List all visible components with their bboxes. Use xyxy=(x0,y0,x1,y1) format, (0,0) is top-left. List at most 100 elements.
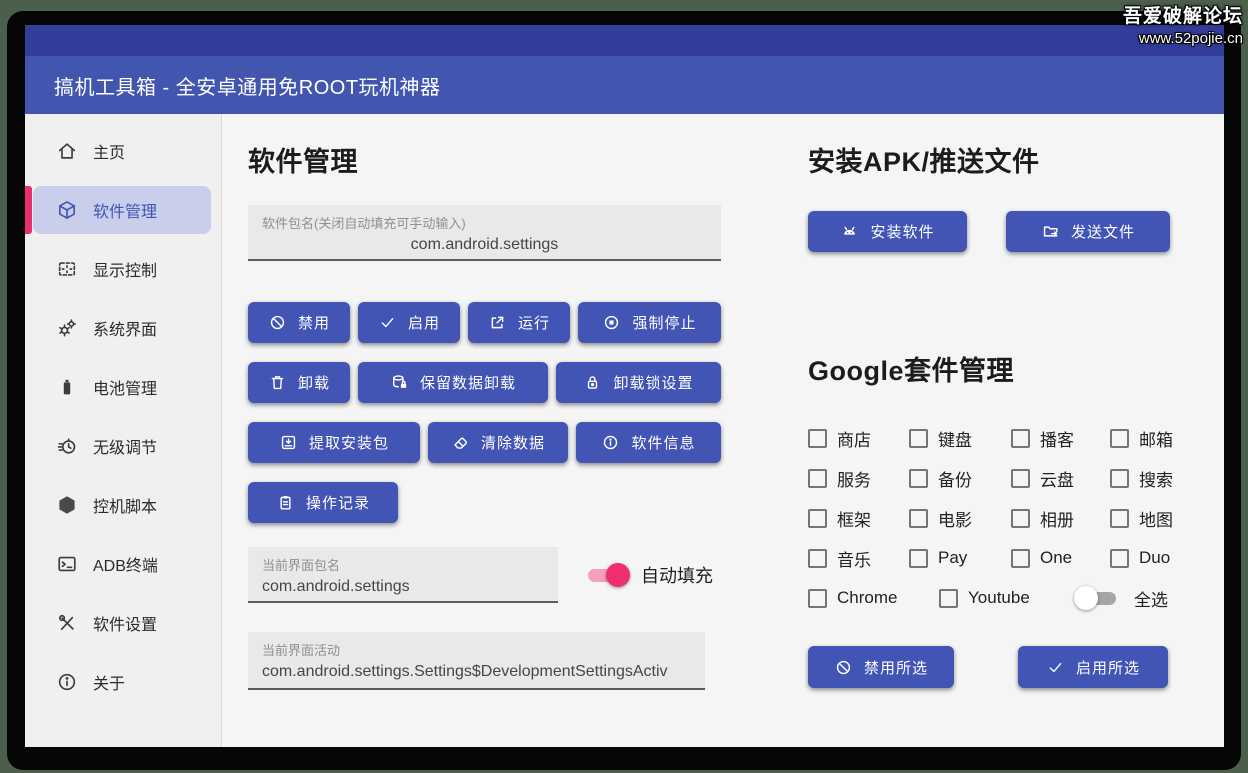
hexagon-icon xyxy=(56,494,78,516)
current-activity-label: 当前界面活动 xyxy=(262,640,691,659)
checkbox-music[interactable] xyxy=(808,549,827,568)
autofill-label: 自动填充 xyxy=(641,562,713,588)
checkbox-youtube[interactable] xyxy=(939,589,958,608)
sidebar-item-stepless-adjust[interactable]: 无级调节 xyxy=(25,422,221,470)
checkbox-mail[interactable] xyxy=(1110,429,1129,448)
clear-data-button[interactable]: 清除数据 xyxy=(428,422,568,463)
checkbox-pay[interactable] xyxy=(909,549,928,568)
disable-button[interactable]: 禁用 xyxy=(248,302,350,343)
checkbox-services[interactable] xyxy=(808,469,827,488)
checkbox-one[interactable] xyxy=(1011,549,1030,568)
enable-button[interactable]: 启用 xyxy=(358,302,460,343)
sidebar-item-software-management[interactable]: 软件管理 xyxy=(33,186,211,234)
check-icon xyxy=(1046,658,1065,677)
section-title-google: Google套件管理 xyxy=(808,349,1186,388)
lock-icon xyxy=(583,373,602,392)
extract-box-icon xyxy=(279,433,298,452)
sidebar-label: 软件设置 xyxy=(93,611,157,635)
sidebar-label: 软件管理 xyxy=(93,198,157,222)
ban-icon xyxy=(268,313,287,332)
titlebar: ✕ xyxy=(25,25,1224,56)
watermark-line2: www.52pojie.cn xyxy=(1123,30,1243,47)
info-icon xyxy=(601,433,620,452)
checkbox-photos[interactable] xyxy=(1011,509,1030,528)
timer-icon xyxy=(56,435,78,457)
checkbox-movies[interactable] xyxy=(909,509,928,528)
tools-icon xyxy=(56,612,78,634)
checkbox-chrome[interactable] xyxy=(808,589,827,608)
folder-send-icon xyxy=(1041,222,1060,241)
battery-icon xyxy=(56,376,78,398)
sidebar-item-battery[interactable]: 电池管理 xyxy=(25,363,221,411)
android-icon xyxy=(840,222,859,241)
run-button[interactable]: 运行 xyxy=(468,302,570,343)
gears-icon xyxy=(56,317,78,339)
force-stop-button[interactable]: 强制停止 xyxy=(578,302,721,343)
sidebar-label: 主页 xyxy=(93,139,125,163)
sidebar-item-app-settings[interactable]: 软件设置 xyxy=(25,599,221,647)
disable-selected-button[interactable]: 禁用所选 xyxy=(808,646,954,688)
keep-data-uninstall-button[interactable]: 保留数据卸载 xyxy=(358,362,548,403)
send-file-button[interactable]: 发送文件 xyxy=(1006,211,1170,252)
clipboard-icon xyxy=(276,493,295,512)
sidebar-item-control-script[interactable]: 控机脚本 xyxy=(25,481,221,529)
checkbox-podcast[interactable] xyxy=(1011,429,1030,448)
checkbox-backup[interactable] xyxy=(909,469,928,488)
home-icon xyxy=(56,140,78,162)
app-title: 搞机工具箱 - 全安卓通用免ROOT玩机神器 xyxy=(54,71,441,100)
install-apk-button[interactable]: 安装软件 xyxy=(808,211,967,252)
app-header: 搞机工具箱 - 全安卓通用免ROOT玩机神器 xyxy=(25,56,1224,114)
sidebar-item-system-ui[interactable]: 系统界面 xyxy=(25,304,221,352)
info-icon xyxy=(56,671,78,693)
sidebar-label: 关于 xyxy=(93,670,125,694)
extract-apk-button[interactable]: 提取安装包 xyxy=(248,422,420,463)
section-title-software: 软件管理 xyxy=(248,140,721,179)
current-package-field[interactable]: 当前界面包名 com.android.settings xyxy=(248,547,558,603)
terminal-icon xyxy=(56,553,78,575)
sidebar-label: ADB终端 xyxy=(93,552,158,576)
sidebar-item-display-control[interactable]: 显示控制 xyxy=(25,245,221,293)
sidebar-item-about[interactable]: 关于 xyxy=(25,658,221,706)
checkbox-drive[interactable] xyxy=(1011,469,1030,488)
display-icon xyxy=(56,258,78,280)
uninstall-lock-settings-button[interactable]: 卸载锁设置 xyxy=(556,362,721,403)
main-content: 软件管理 软件包名(关闭自动填充可手动输入) com.android.setti… xyxy=(222,114,1224,747)
watermark: 吾爱破解论坛 www.52pojie.cn xyxy=(1123,1,1243,47)
section-title-install: 安装APK/推送文件 xyxy=(808,140,1186,179)
sidebar-label: 无级调节 xyxy=(93,434,157,458)
checkbox-maps[interactable] xyxy=(1110,509,1129,528)
current-activity-value: com.android.settings.Settings$Developmen… xyxy=(262,663,691,681)
database-lock-icon xyxy=(390,373,409,392)
stop-circle-icon xyxy=(602,313,621,332)
package-cube-icon xyxy=(56,199,78,221)
package-name-input[interactable]: 软件包名(关闭自动填充可手动输入) com.android.settings xyxy=(248,205,721,261)
select-all-toggle[interactable] xyxy=(1078,586,1118,610)
app-info-button[interactable]: 软件信息 xyxy=(576,422,721,463)
watermark-line1: 吾爱破解论坛 xyxy=(1123,1,1243,28)
current-activity-field[interactable]: 当前界面活动 com.android.settings.Settings$Dev… xyxy=(248,632,705,690)
sidebar-label: 控机脚本 xyxy=(93,493,157,517)
selected-accent-bar xyxy=(25,186,32,234)
select-all-label: 全选 xyxy=(1134,586,1168,611)
sidebar-item-adb-terminal[interactable]: ADB终端 xyxy=(25,540,221,588)
sidebar-label: 显示控制 xyxy=(93,257,157,281)
checkbox-framework[interactable] xyxy=(808,509,827,528)
app-window: ✕ 搞机工具箱 - 全安卓通用免ROOT玩机神器 主页 软件管理 显示控制 xyxy=(7,11,1241,770)
operation-log-button[interactable]: 操作记录 xyxy=(248,482,398,523)
checkbox-duo[interactable] xyxy=(1110,549,1129,568)
ban-icon xyxy=(834,658,853,677)
checkbox-keyboard[interactable] xyxy=(909,429,928,448)
checkbox-search[interactable] xyxy=(1110,469,1129,488)
enable-selected-button[interactable]: 启用所选 xyxy=(1018,646,1168,688)
autofill-toggle[interactable] xyxy=(586,563,626,587)
check-icon xyxy=(378,313,397,332)
sidebar: 主页 软件管理 显示控制 系统界面 电池管理 xyxy=(25,114,222,747)
checkbox-store[interactable] xyxy=(808,429,827,448)
sidebar-label: 电池管理 xyxy=(93,375,157,399)
trash-icon xyxy=(268,373,287,392)
sidebar-item-home[interactable]: 主页 xyxy=(25,127,221,175)
package-name-label: 软件包名(关闭自动填充可手动输入) xyxy=(262,213,707,232)
uninstall-button[interactable]: 卸载 xyxy=(248,362,350,403)
eraser-icon xyxy=(451,433,470,452)
app-surface: ✕ 搞机工具箱 - 全安卓通用免ROOT玩机神器 主页 软件管理 显示控制 xyxy=(25,25,1224,747)
